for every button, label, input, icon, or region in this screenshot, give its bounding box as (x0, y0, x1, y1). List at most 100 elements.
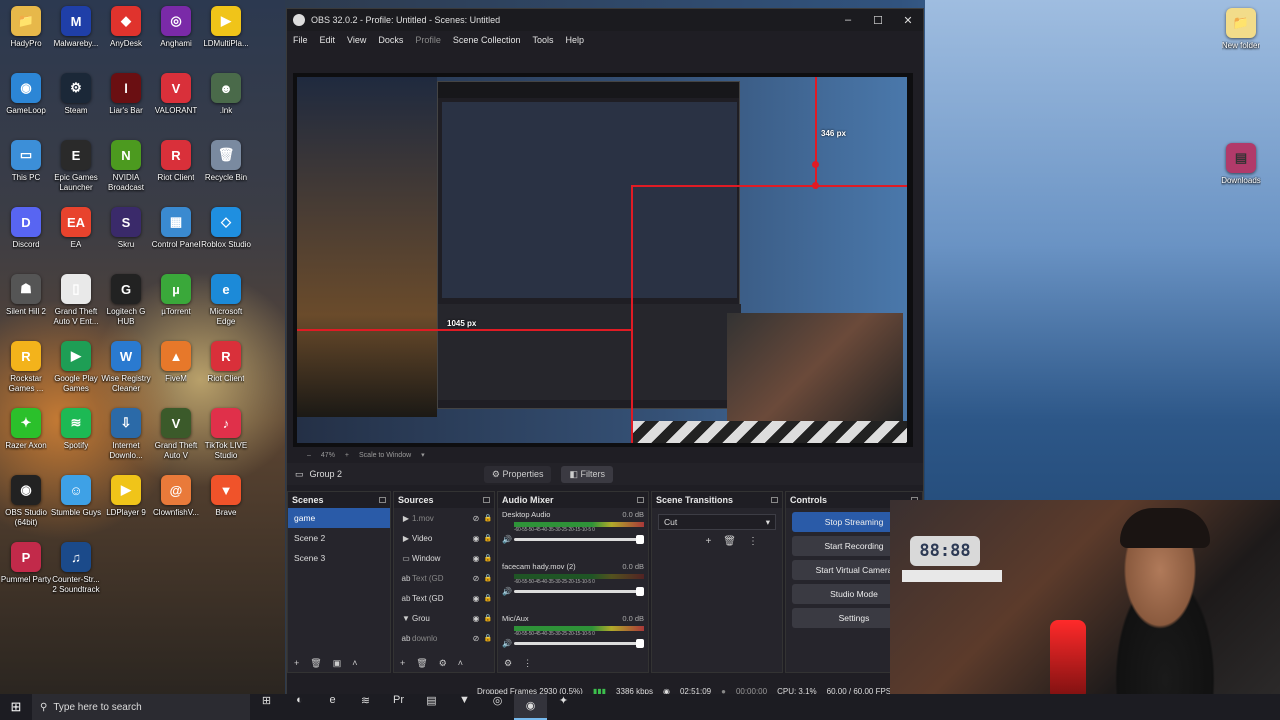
close-icon[interactable]: ✕ (893, 14, 923, 27)
zoom-minus-icon[interactable]: – (307, 452, 311, 459)
desktop-icon[interactable]: ▶ Google Play Games (50, 341, 102, 405)
source-item[interactable]: ▶ Video ◉ 🔒 (394, 528, 494, 548)
lock-icon[interactable]: 🔒 (482, 614, 494, 622)
add-icon[interactable]: + (705, 536, 711, 547)
desktop-icon[interactable]: ☻ .lnk (200, 73, 252, 137)
more-icon[interactable]: ⋮ (748, 536, 758, 547)
desktop-icon[interactable]: EA EA (50, 207, 102, 271)
trash-icon[interactable]: 🗑 (723, 536, 736, 547)
desktop-icon[interactable]: ◉ OBS Studio (64bit) (0, 475, 52, 539)
desktop-icon[interactable]: e Microsoft Edge (200, 274, 252, 338)
desktop-icon[interactable]: ✦ Razer Axon (0, 408, 52, 472)
lock-icon[interactable]: 🔒 (482, 594, 494, 602)
menu-scene-collection[interactable]: Scene Collection (447, 35, 527, 45)
scene-item[interactable]: game (288, 508, 390, 528)
lock-icon[interactable]: 🔒 (482, 554, 494, 562)
fader-knob[interactable] (636, 587, 644, 596)
desktop-icon[interactable]: R Riot Client (200, 341, 252, 405)
fader-knob[interactable] (636, 639, 644, 648)
gear-icon[interactable]: ⚙ (504, 658, 512, 669)
popout-icon[interactable] (379, 497, 386, 503)
lock-icon[interactable]: 🔒 (482, 634, 494, 642)
menu-help[interactable]: Help (559, 35, 590, 45)
taskbar-app-icon[interactable]: ◉ (514, 694, 547, 720)
desktop-icon[interactable]: µ µTorrent (150, 274, 202, 338)
menu-file[interactable]: File (287, 35, 314, 45)
taskbar-app-icon[interactable]: ▤ (415, 694, 448, 720)
add-icon[interactable]: + (294, 658, 299, 668)
desktop-icon[interactable]: V Grand Theft Auto V (150, 408, 202, 472)
taskbar-app-icon[interactable]: ✦ (547, 694, 580, 720)
chevron-down-icon[interactable]: ▾ (421, 451, 425, 459)
desktop-icon[interactable]: l Liar's Bar (100, 73, 152, 137)
menu-tools[interactable]: Tools (526, 35, 559, 45)
desktop-icon[interactable]: R Riot Client (150, 140, 202, 204)
speaker-icon[interactable]: 🔊 (502, 587, 514, 596)
zoom-mode[interactable]: Scale to Window (359, 452, 411, 459)
menu-view[interactable]: View (341, 35, 372, 45)
desktop-icon[interactable]: D Discord (0, 207, 52, 271)
desktop-icon[interactable]: ▶ LDPlayer 9 (100, 475, 152, 539)
lock-icon[interactable]: 🔒 (482, 514, 494, 522)
fader-track[interactable] (514, 535, 644, 544)
desktop-icon[interactable]: ▤ Downloads (1215, 143, 1267, 207)
filters-button[interactable]: ◧ Filters (561, 465, 613, 483)
taskbar-app-icon[interactable]: e (316, 694, 349, 720)
desktop-icon[interactable]: G Logitech G HUB (100, 274, 152, 338)
desktop-icon[interactable]: ⚙ Steam (50, 73, 102, 137)
desktop-icon[interactable]: ▭ This PC (0, 140, 52, 204)
volume-fader[interactable]: 🔊 (502, 639, 644, 648)
eye-hidden-icon[interactable]: ⊘ (470, 574, 482, 583)
source-item[interactable]: ▼ Grou ◉ 🔒 (394, 608, 494, 628)
volume-fader[interactable]: 🔊 (502, 587, 644, 596)
desktop-icon[interactable]: ≋ Spotify (50, 408, 102, 472)
desktop-icon[interactable]: R Rockstar Games ... (0, 341, 52, 405)
desktop-icon[interactable]: ◉ GameLoop (0, 73, 52, 137)
taskbar-app-icon[interactable]: ▼ (448, 694, 481, 720)
maximize-icon[interactable]: ☐ (863, 14, 893, 27)
desktop-icon[interactable]: ◎ Anghami (150, 6, 202, 70)
desktop-icon[interactable]: ▦ Control Panel (150, 207, 202, 271)
desktop-icon[interactable]: ☺ Stumble Guys (50, 475, 102, 539)
desktop-icon[interactable]: 📁 New folder (1215, 8, 1267, 72)
fader-track[interactable] (514, 639, 644, 648)
popout-icon[interactable] (771, 497, 778, 503)
popout-icon[interactable] (637, 497, 644, 503)
volume-fader[interactable]: 🔊 (502, 535, 644, 544)
desktop-icon[interactable]: 🗑 Recycle Bin (200, 140, 252, 204)
lock-icon[interactable]: 🔒 (482, 574, 494, 582)
desktop-icon[interactable]: N NVIDIA Broadcast (100, 140, 152, 204)
source-item[interactable]: ab Text (GD ⊘ 🔒 (394, 568, 494, 588)
desktop-icon[interactable]: ▼ Brave (200, 475, 252, 539)
fader-knob[interactable] (636, 535, 644, 544)
minimize-icon[interactable]: – (833, 14, 863, 26)
properties-button[interactable]: ⚙ Properties (483, 465, 552, 483)
desktop-icon[interactable]: W Wise Registry Cleaner (100, 341, 152, 405)
taskbar-app-icon[interactable]: ◐ (283, 694, 316, 720)
scene-item[interactable]: Scene 2 (288, 528, 390, 548)
source-item[interactable]: ▭ Window ◉ 🔒 (394, 548, 494, 568)
eye-icon[interactable]: ◉ (470, 534, 482, 543)
more-icon[interactable]: ⋮ (523, 658, 532, 669)
preview-canvas[interactable]: 346 px 1045 px (293, 73, 913, 447)
desktop-icon[interactable]: ◆ AnyDesk (100, 6, 152, 70)
eye-hidden-icon[interactable]: ⊘ (470, 634, 482, 643)
taskbar-app-icon[interactable]: Pr (382, 694, 415, 720)
menu-edit[interactable]: Edit (314, 35, 342, 45)
obs-titlebar[interactable]: OBS 32.0.2 - Profile: Untitled - Scenes:… (287, 9, 923, 31)
taskbar-app-icon[interactable]: ◎ (481, 694, 514, 720)
trash-icon[interactable]: 🗑 (310, 658, 321, 669)
taskbar-search[interactable]: ⚲ Type here to search (32, 694, 250, 720)
source-item[interactable]: ▶ 1.mov ⊘ 🔒 (394, 508, 494, 528)
desktop-icon[interactable]: ◇ Roblox Studio (200, 207, 252, 271)
gear-icon[interactable]: ⚙ (439, 658, 447, 669)
zoom-plus-icon[interactable]: + (345, 452, 349, 459)
desktop-icon[interactable]: ▲ FiveM (150, 341, 202, 405)
desktop-icon[interactable]: ▶ LDMultiPla... (200, 6, 252, 70)
desktop-icon[interactable]: P Pummel Party (0, 542, 52, 606)
source-item[interactable]: ab downlo ⊘ 🔒 (394, 628, 494, 648)
transform-handle[interactable] (812, 182, 819, 189)
chevron-up-icon[interactable]: ˄ (352, 658, 357, 668)
desktop-icon[interactable]: V VALORANT (150, 73, 202, 137)
windows-start-icon[interactable]: ⊞ (0, 699, 32, 715)
